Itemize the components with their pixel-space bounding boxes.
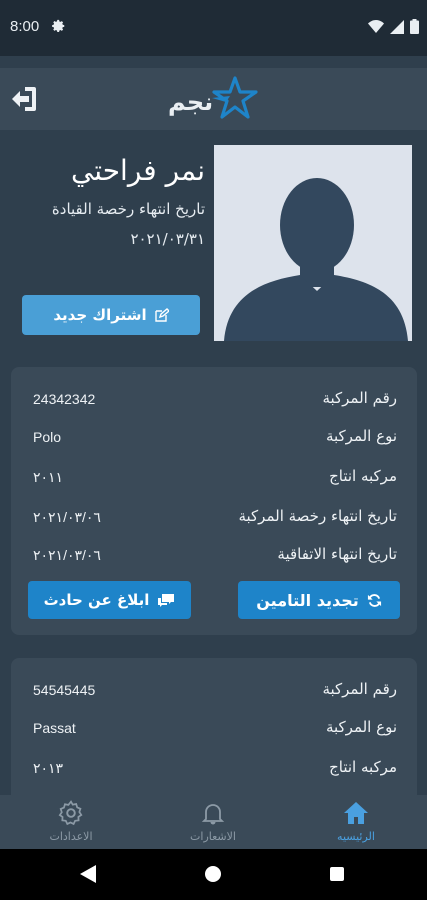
vehicle-type-value: Polo: [33, 429, 62, 445]
nav-home-label: الرئيسيه: [337, 830, 375, 843]
logout-icon[interactable]: [9, 86, 37, 112]
star-logo-icon: [212, 76, 258, 119]
edit-icon: [154, 308, 169, 322]
vehicle-type-label: نوع المركبة: [325, 718, 397, 736]
vehicle-license-expiry-value: ٢٠٢١/٠٣/٠٦: [33, 509, 101, 525]
vehicle-number-row: رقم المركبة 54545445: [33, 680, 397, 704]
status-time: 8:00: [10, 18, 40, 35]
avatar: [214, 145, 412, 341]
back-icon[interactable]: [80, 865, 96, 883]
vehicle-license-expiry-row: تاريخ انتهاء رخصة المركبة ٢٠٢١/٠٣/٠٦: [33, 507, 397, 531]
status-bar: 8:00: [0, 0, 427, 56]
agreement-expiry-row: تاريخ انتهاء الاتفاقية ٢٠٢١/٠٣/٠٦: [33, 545, 397, 569]
bottom-nav: الرئيسيه الاشعارات الاعدادات: [0, 795, 427, 849]
vehicle-type-value: Passat: [33, 720, 76, 736]
report-accident-label: ابلاغ عن حادث: [43, 591, 150, 609]
vehicle-number-value: 24342342: [33, 391, 96, 407]
production-year-value: ٢٠١١: [33, 469, 64, 485]
license-expiry-date: ٢٠٢١/٠٣/٣١: [130, 230, 205, 248]
chat-icon: [158, 593, 175, 607]
home-button-icon[interactable]: [205, 866, 221, 882]
vehicle-card: رقم المركبة 24342342 نوع المركبة Polo مر…: [11, 367, 417, 635]
nav-notifications-label: الاشعارات: [190, 830, 236, 843]
system-nav-bar: [0, 849, 427, 900]
production-year-label: مركبه انتاج: [329, 758, 397, 776]
nav-settings[interactable]: الاعدادات: [0, 795, 142, 849]
vehicle-number-row: رقم المركبة 24342342: [33, 389, 397, 413]
vehicle-number-label: رقم المركبة: [322, 389, 397, 407]
profile-section: نمر فراحتي تاريخ انتهاء رخصة القيادة ٢٠٢…: [0, 130, 427, 360]
vehicle-card: رقم المركبة 54545445 نوع المركبة Passat …: [11, 658, 417, 808]
settings-icon: [58, 800, 83, 826]
system-icons: [368, 19, 419, 34]
production-year-row: مركبه انتاج ٢٠١٣: [33, 758, 397, 782]
production-year-label: مركبه انتاج: [329, 467, 397, 485]
gear-icon: [52, 19, 65, 33]
nav-notifications[interactable]: الاشعارات: [142, 795, 284, 849]
renew-insurance-label: تجديد التامين: [256, 590, 359, 610]
new-subscription-label: اشتراك جديد: [53, 306, 147, 324]
agreement-expiry-value: ٢٠٢١/٠٣/٠٦: [33, 547, 101, 563]
report-accident-button[interactable]: ابلاغ عن حادث: [28, 581, 191, 619]
vehicle-type-row: نوع المركبة Polo: [33, 427, 397, 451]
bell-icon: [201, 804, 225, 825]
wifi-icon: [368, 20, 384, 33]
new-subscription-button[interactable]: اشتراك جديد: [22, 295, 200, 335]
vehicle-number-value: 54545445: [33, 682, 96, 698]
vehicle-number-label: رقم المركبة: [322, 680, 397, 698]
app-bar: نجم: [0, 68, 427, 130]
renew-insurance-button[interactable]: تجديد التامين: [238, 581, 400, 619]
recent-apps-icon[interactable]: [330, 867, 344, 881]
license-expiry-label: تاريخ انتهاء رخصة القيادة: [51, 200, 205, 218]
battery-icon: [410, 19, 419, 34]
nav-home[interactable]: الرئيسيه: [285, 795, 427, 849]
production-year-row: مركبه انتاج ٢٠١١: [33, 467, 397, 491]
user-silhouette-icon: [224, 178, 408, 341]
vehicle-type-row: نوع المركبة Passat: [33, 718, 397, 742]
home-icon: [344, 802, 368, 824]
vehicle-type-label: نوع المركبة: [325, 427, 397, 445]
vehicle-license-expiry-label: تاريخ انتهاء رخصة المركبة: [238, 507, 397, 525]
user-name: نمر فراحتي: [70, 154, 205, 187]
app-logo: نجم: [166, 74, 262, 124]
refresh-icon: [367, 593, 381, 607]
signal-icon: [390, 19, 404, 34]
nav-settings-label: الاعدادات: [49, 830, 93, 843]
production-year-value: ٢٠١٣: [33, 760, 64, 776]
agreement-expiry-label: تاريخ انتهاء الاتفاقية: [277, 545, 397, 563]
logo-text: نجم: [168, 88, 214, 116]
